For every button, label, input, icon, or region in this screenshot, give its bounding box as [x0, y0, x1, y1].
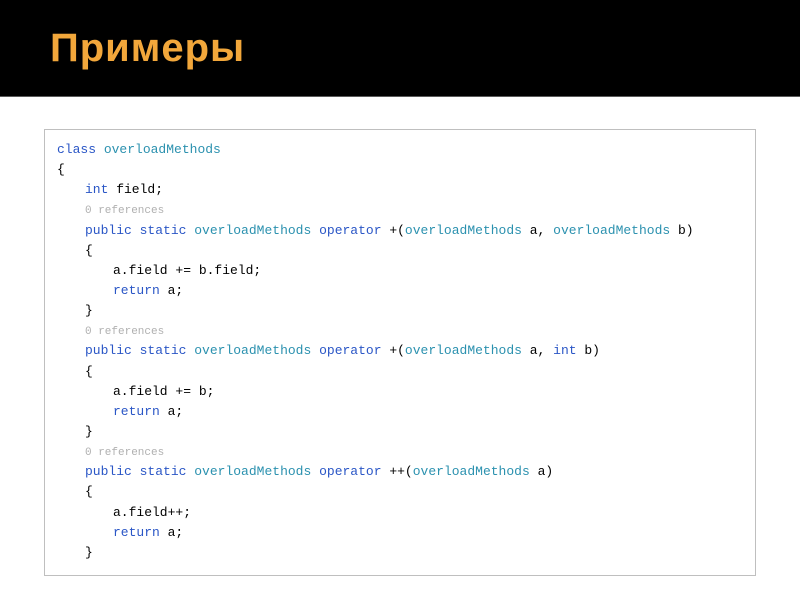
brace: {	[85, 243, 93, 258]
brace: }	[85, 424, 93, 439]
text: b)	[577, 343, 600, 358]
text: +(	[382, 343, 405, 358]
keyword-return: return	[113, 283, 160, 298]
code-line: public static overloadMethods operator +…	[57, 462, 743, 482]
space	[132, 343, 140, 358]
text: b)	[670, 223, 693, 238]
keyword-class: class	[57, 142, 96, 157]
spacer	[0, 97, 800, 115]
code-line: {	[57, 160, 743, 180]
keyword-public: public	[85, 343, 132, 358]
keyword-static: static	[140, 343, 187, 358]
keyword-public: public	[85, 464, 132, 479]
text: a.field += b.field;	[113, 263, 261, 278]
references-label: 0 references	[85, 326, 164, 338]
keyword-int: int	[85, 182, 108, 197]
space	[311, 343, 319, 358]
type-name: overloadMethods	[194, 223, 311, 238]
code-line: {	[57, 482, 743, 502]
code-line: return a;	[57, 281, 743, 301]
keyword-operator: operator	[319, 464, 381, 479]
code-line: return a;	[57, 402, 743, 422]
code-block: class overloadMethods { int field; 0 ref…	[44, 129, 756, 576]
keyword-static: static	[140, 464, 187, 479]
code-line: }	[57, 301, 743, 321]
type-name: overloadMethods	[194, 464, 311, 479]
slide-title: Примеры	[50, 26, 245, 71]
brace: }	[85, 545, 93, 560]
text: ++(	[382, 464, 413, 479]
type-name: overloadMethods	[104, 142, 221, 157]
text: a;	[160, 525, 183, 540]
keyword-operator: operator	[319, 223, 381, 238]
text: a)	[530, 464, 553, 479]
text: a.field++;	[113, 505, 191, 520]
text: a.field += b;	[113, 384, 214, 399]
text: a,	[522, 223, 553, 238]
keyword-int: int	[553, 343, 576, 358]
type-name: overloadMethods	[405, 223, 522, 238]
space	[96, 142, 104, 157]
keyword-static: static	[140, 223, 187, 238]
text: +(	[382, 223, 405, 238]
brace: {	[85, 484, 93, 499]
type-name: overloadMethods	[413, 464, 530, 479]
type-name: overloadMethods	[405, 343, 522, 358]
space	[132, 223, 140, 238]
text: a;	[160, 404, 183, 419]
code-line: {	[57, 362, 743, 382]
space	[311, 464, 319, 479]
code-line: public static overloadMethods operator +…	[57, 341, 743, 361]
space	[311, 223, 319, 238]
code-line: a.field += b.field;	[57, 261, 743, 281]
keyword-operator: operator	[319, 343, 381, 358]
brace: }	[85, 303, 93, 318]
code-line: {	[57, 241, 743, 261]
code-line: }	[57, 543, 743, 563]
keyword-return: return	[113, 404, 160, 419]
code-line: public static overloadMethods operator +…	[57, 221, 743, 241]
type-name: overloadMethods	[553, 223, 670, 238]
code-line: class overloadMethods	[57, 140, 743, 160]
brace: {	[85, 364, 93, 379]
code-line: return a;	[57, 523, 743, 543]
code-line: int field;	[57, 180, 743, 200]
code-line: a.field++;	[57, 503, 743, 523]
text: a,	[522, 343, 553, 358]
space	[132, 464, 140, 479]
keyword-public: public	[85, 223, 132, 238]
codelens-references: 0 references	[57, 200, 743, 220]
references-label: 0 references	[85, 205, 164, 217]
brace: {	[57, 162, 65, 177]
code-line: a.field += b;	[57, 382, 743, 402]
title-band: Примеры	[0, 0, 800, 96]
keyword-return: return	[113, 525, 160, 540]
codelens-references: 0 references	[57, 321, 743, 341]
references-label: 0 references	[85, 447, 164, 459]
type-name: overloadMethods	[194, 343, 311, 358]
codelens-references: 0 references	[57, 442, 743, 462]
code-line: }	[57, 422, 743, 442]
text: a;	[160, 283, 183, 298]
text: field;	[108, 182, 163, 197]
